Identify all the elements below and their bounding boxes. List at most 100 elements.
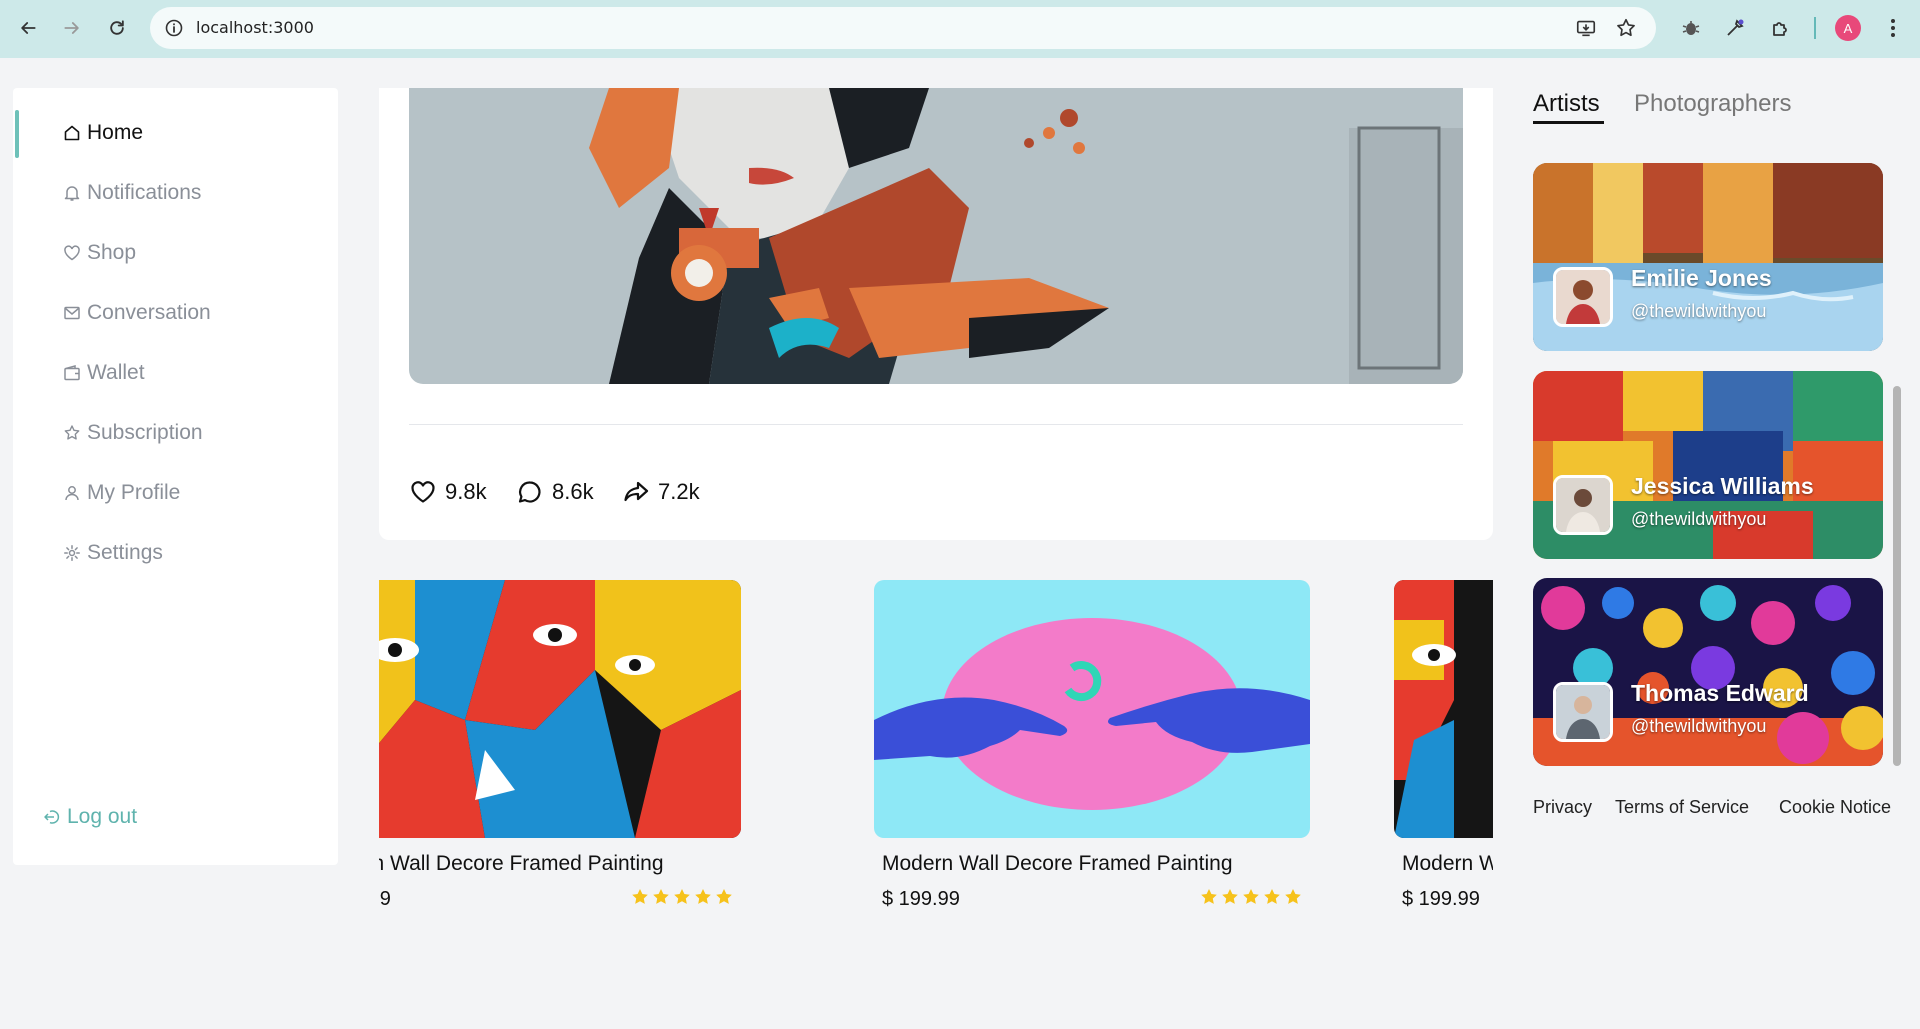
url-text: localhost:3000 (196, 18, 314, 37)
post-image[interactable] (409, 88, 1463, 384)
arrow-right-icon (64, 22, 79, 34)
artist-name: Emilie Jones (1631, 265, 1772, 291)
terms-link[interactable]: Terms of Service (1615, 797, 1749, 818)
abstract-faces-artwork (1394, 580, 1493, 838)
sidebar-item-label: Conversation (87, 301, 211, 324)
sidebar-item-conversation[interactable]: Conversation (13, 288, 338, 338)
bookmark-star-icon[interactable] (1615, 17, 1637, 39)
eyedropper-extension-icon[interactable] (1723, 16, 1747, 40)
product-title: Modern Wall Decore Framed Painting (882, 852, 1233, 875)
arrow-left-icon (21, 22, 36, 34)
heart-outline-icon (411, 481, 435, 503)
user-icon (65, 486, 79, 501)
sidebar-item-shop[interactable]: Shop (13, 228, 338, 278)
product-price: $ 199.99 (1402, 888, 1480, 910)
logout-label: Log out (67, 805, 138, 828)
artist-avatar (1553, 475, 1613, 535)
product-title: Modern Wall Decore Framed Painting (1402, 852, 1493, 875)
like-button[interactable]: 9.8k (409, 476, 487, 508)
product-rating (1200, 888, 1302, 906)
sidebar-item-label: Settings (87, 541, 163, 564)
home-icon (64, 125, 80, 141)
sidebar-item-label: Home (87, 121, 144, 144)
product-card[interactable]: Modern Wall Decore Framed Painting $ 199… (379, 580, 741, 910)
tab-photographers[interactable]: Photographers (1634, 90, 1791, 118)
wallet-icon (64, 365, 80, 381)
forward-button[interactable] (56, 12, 88, 44)
install-app-icon[interactable] (1575, 17, 1597, 39)
sidebar: Home Notifications Shop Conversation Wal… (13, 88, 338, 865)
bell-icon (64, 186, 80, 201)
profile-avatar[interactable]: A (1835, 15, 1861, 41)
product-image[interactable] (874, 580, 1310, 838)
extensions-puzzle-icon[interactable] (1769, 16, 1793, 40)
cookie-notice-link[interactable]: Cookie Notice (1779, 797, 1891, 818)
active-tab-underline (1533, 121, 1604, 124)
star-filled-icon (1285, 889, 1301, 904)
sidebar-item-label: Wallet (87, 361, 145, 384)
artist-handle: @thewildwithyou (1631, 716, 1767, 736)
active-indicator (15, 110, 19, 158)
star-filled-icon (716, 889, 732, 904)
artist-photo (1556, 478, 1610, 532)
sidebar-item-my-profile[interactable]: My Profile (13, 468, 338, 518)
sidebar-item-settings[interactable]: Settings (13, 528, 338, 578)
share-arrow-icon (624, 481, 649, 502)
artist-name: Jessica Williams (1631, 473, 1814, 499)
address-bar[interactable]: localhost:3000 (150, 7, 1656, 49)
sidebar-item-label: Subscription (87, 421, 203, 444)
artist-handle: @thewildwithyou (1631, 301, 1767, 321)
kebab-menu-icon[interactable] (1881, 16, 1905, 40)
bug-extension-icon[interactable] (1679, 16, 1703, 40)
product-price: $ 199.99 (882, 888, 960, 910)
mural-artwork (409, 88, 1463, 384)
product-image[interactable] (379, 580, 741, 838)
mail-icon (64, 306, 80, 320)
sidebar-item-label: My Profile (87, 481, 181, 504)
product-carousel: Modern Wall Decore Framed Painting $ 199… (379, 580, 1493, 920)
sidebar-item-label: Notifications (87, 181, 202, 204)
abstract-faces-artwork (379, 580, 741, 838)
sidebar-item-notifications[interactable]: Notifications (13, 168, 338, 218)
sidebar-item-subscription[interactable]: Subscription (13, 408, 338, 458)
artist-name: Thomas Edward (1631, 680, 1809, 706)
site-info-icon[interactable] (164, 18, 184, 38)
product-card[interactable]: Modern Wall Decore Framed Painting $ 199… (1394, 580, 1493, 910)
gear-icon (64, 545, 80, 561)
sidebar-item-home[interactable]: Home (13, 108, 338, 158)
toolbar-divider (1814, 17, 1816, 39)
artist-card[interactable]: Emilie Jones @thewildwithyou (1533, 163, 1883, 351)
artist-photo (1556, 270, 1610, 324)
product-title: Modern Wall Decore Framed Painting (379, 852, 664, 875)
comment-bubble-icon (518, 481, 541, 503)
sidebar-item-label: Shop (87, 241, 137, 264)
artist-handle: @thewildwithyou (1631, 509, 1767, 529)
tab-artists[interactable]: Artists (1533, 90, 1600, 118)
star-filled-icon (674, 889, 690, 904)
scrollbar-thumb[interactable] (1893, 386, 1901, 766)
product-card[interactable]: Modern Wall Decore Framed Painting $ 199… (874, 580, 1310, 910)
sidebar-item-wallet[interactable]: Wallet (13, 348, 338, 398)
logout-icon (44, 810, 60, 824)
back-button[interactable] (12, 12, 44, 44)
artist-avatar (1553, 267, 1613, 327)
privacy-link[interactable]: Privacy (1533, 797, 1592, 818)
artist-card[interactable]: Thomas Edward @thewildwithyou (1533, 578, 1883, 766)
reload-icon (110, 20, 124, 35)
comment-button[interactable]: 8.6k (516, 476, 594, 508)
post-divider (409, 424, 1463, 425)
share-button[interactable]: 7.2k (622, 476, 700, 508)
star-filled-icon (1222, 889, 1238, 904)
logout-button[interactable]: Log out (43, 805, 137, 829)
star-filled-icon (632, 889, 648, 904)
reload-button[interactable] (101, 12, 133, 44)
star-filled-icon (653, 889, 669, 904)
product-price: $ 199.99 (379, 888, 391, 910)
artist-avatar (1553, 682, 1613, 742)
share-count: 7.2k (658, 479, 700, 504)
star-icon (64, 425, 80, 440)
browser-toolbar: localhost:3000 A (0, 0, 1920, 58)
product-image[interactable] (1394, 580, 1493, 838)
artist-card[interactable]: Jessica Williams @thewildwithyou (1533, 371, 1883, 559)
star-filled-icon (1201, 889, 1217, 904)
